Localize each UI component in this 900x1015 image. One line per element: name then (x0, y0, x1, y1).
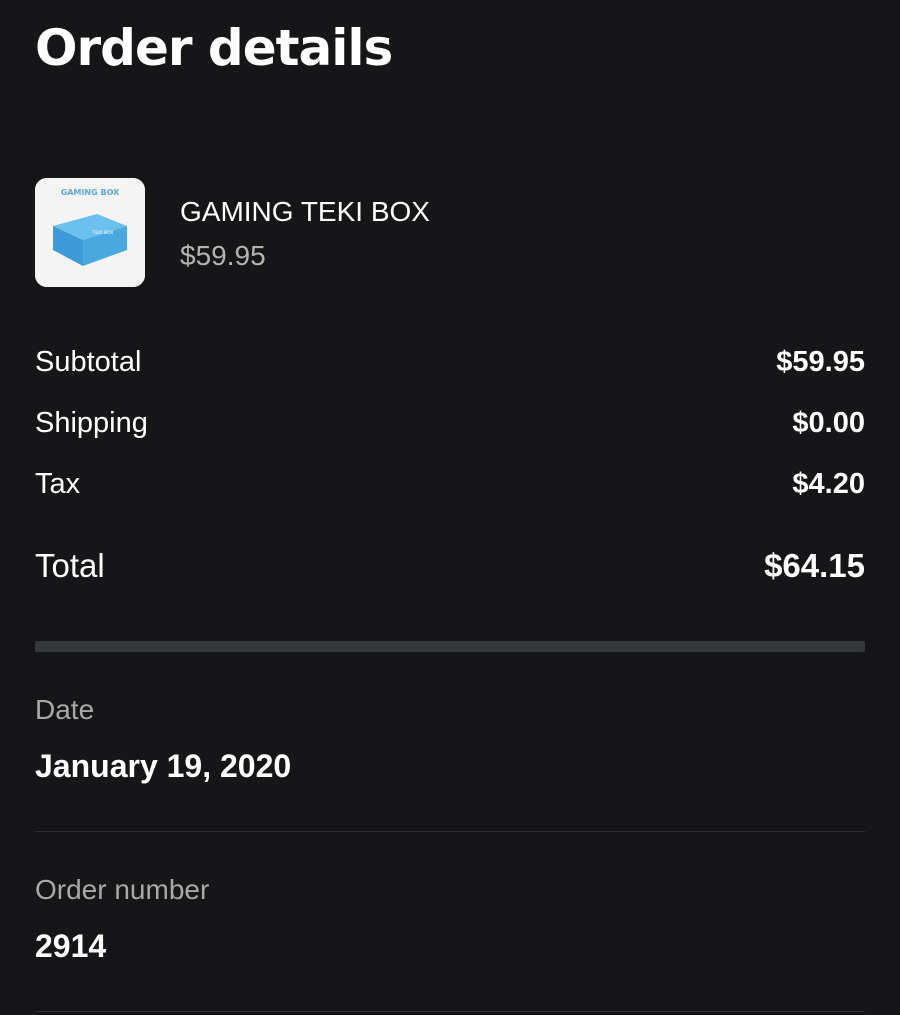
shipping-label: Shipping (35, 407, 148, 439)
page-title: Order details (35, 19, 393, 77)
subtotal-row: Subtotal $59.95 (35, 342, 865, 382)
order-details-screen: Order details GAMING BOX TEKI BOX GAMING… (0, 0, 900, 1015)
order-number-label: Order number (35, 874, 210, 905)
product-box-image: GAMING BOX TEKI BOX (35, 178, 145, 287)
tax-row: Tax $4.20 (35, 464, 865, 504)
subtotal-label: Subtotal (35, 346, 142, 378)
subtotal-value: $59.95 (776, 346, 865, 378)
divider (35, 1011, 865, 1012)
product-price: $59.95 (180, 240, 266, 271)
product-thumbnail[interactable]: GAMING BOX TEKI BOX (35, 178, 145, 287)
total-value: $64.15 (764, 547, 865, 584)
thumbnail-brand-label: GAMING BOX (61, 188, 120, 197)
thumbnail-box-label: TEKI BOX (92, 230, 114, 236)
date-label: Date (35, 694, 95, 725)
total-row: Total $64.15 (35, 544, 865, 588)
shipping-row: Shipping $0.00 (35, 403, 865, 443)
order-number-value: 2914 (35, 928, 107, 964)
shipping-value: $0.00 (792, 407, 865, 439)
tax-value: $4.20 (792, 468, 865, 500)
total-label: Total (35, 547, 105, 584)
product-name: GAMING TEKI BOX (180, 196, 430, 227)
product-item[interactable]: GAMING BOX TEKI BOX GAMING TEKI BOX $59.… (35, 178, 865, 288)
tax-label: Tax (35, 468, 81, 500)
section-divider (35, 641, 865, 652)
date-value: January 19, 2020 (35, 748, 292, 784)
divider (35, 831, 865, 832)
